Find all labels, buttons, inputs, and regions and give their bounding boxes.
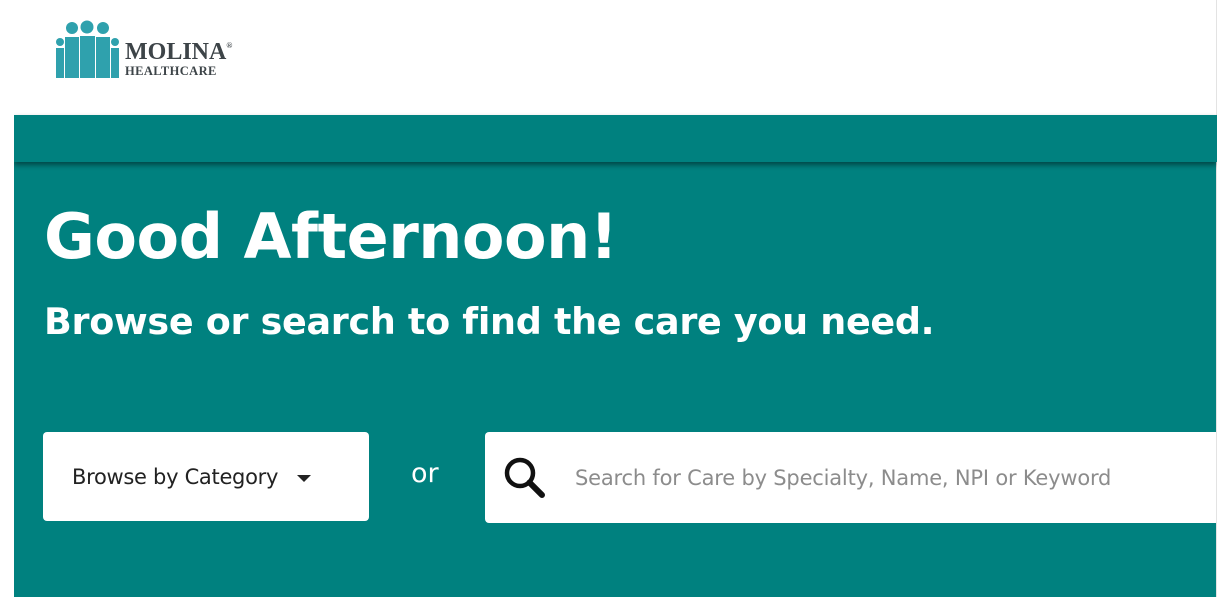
search-icon[interactable] [502,455,548,501]
page: MOLINA® HEALTHCARE Good Afternoon! Brows… [14,0,1217,597]
logo-brand-subname: HEALTHCARE [125,63,217,78]
logo-brand-name: MOLINA® [125,38,233,65]
hero-section: Good Afternoon! Browse or search to find… [14,162,1217,597]
caret-down-icon [297,474,312,482]
browse-by-category-button[interactable]: Browse by Category [43,432,369,521]
hero-subtitle: Browse or search to find the care you ne… [44,300,935,343]
or-separator: or [411,458,439,489]
molina-people-logo-icon [56,20,119,78]
logo-wordmark: MOLINA® HEALTHCARE [125,40,232,78]
greeting-heading: Good Afternoon! [44,200,618,273]
search-box[interactable] [485,432,1217,523]
site-header: MOLINA® HEALTHCARE [14,0,1217,115]
molina-logo[interactable]: MOLINA® HEALTHCARE [51,18,232,78]
search-input[interactable] [575,465,1217,490]
nav-bar [14,115,1217,162]
browse-by-category-label: Browse by Category [72,464,279,489]
